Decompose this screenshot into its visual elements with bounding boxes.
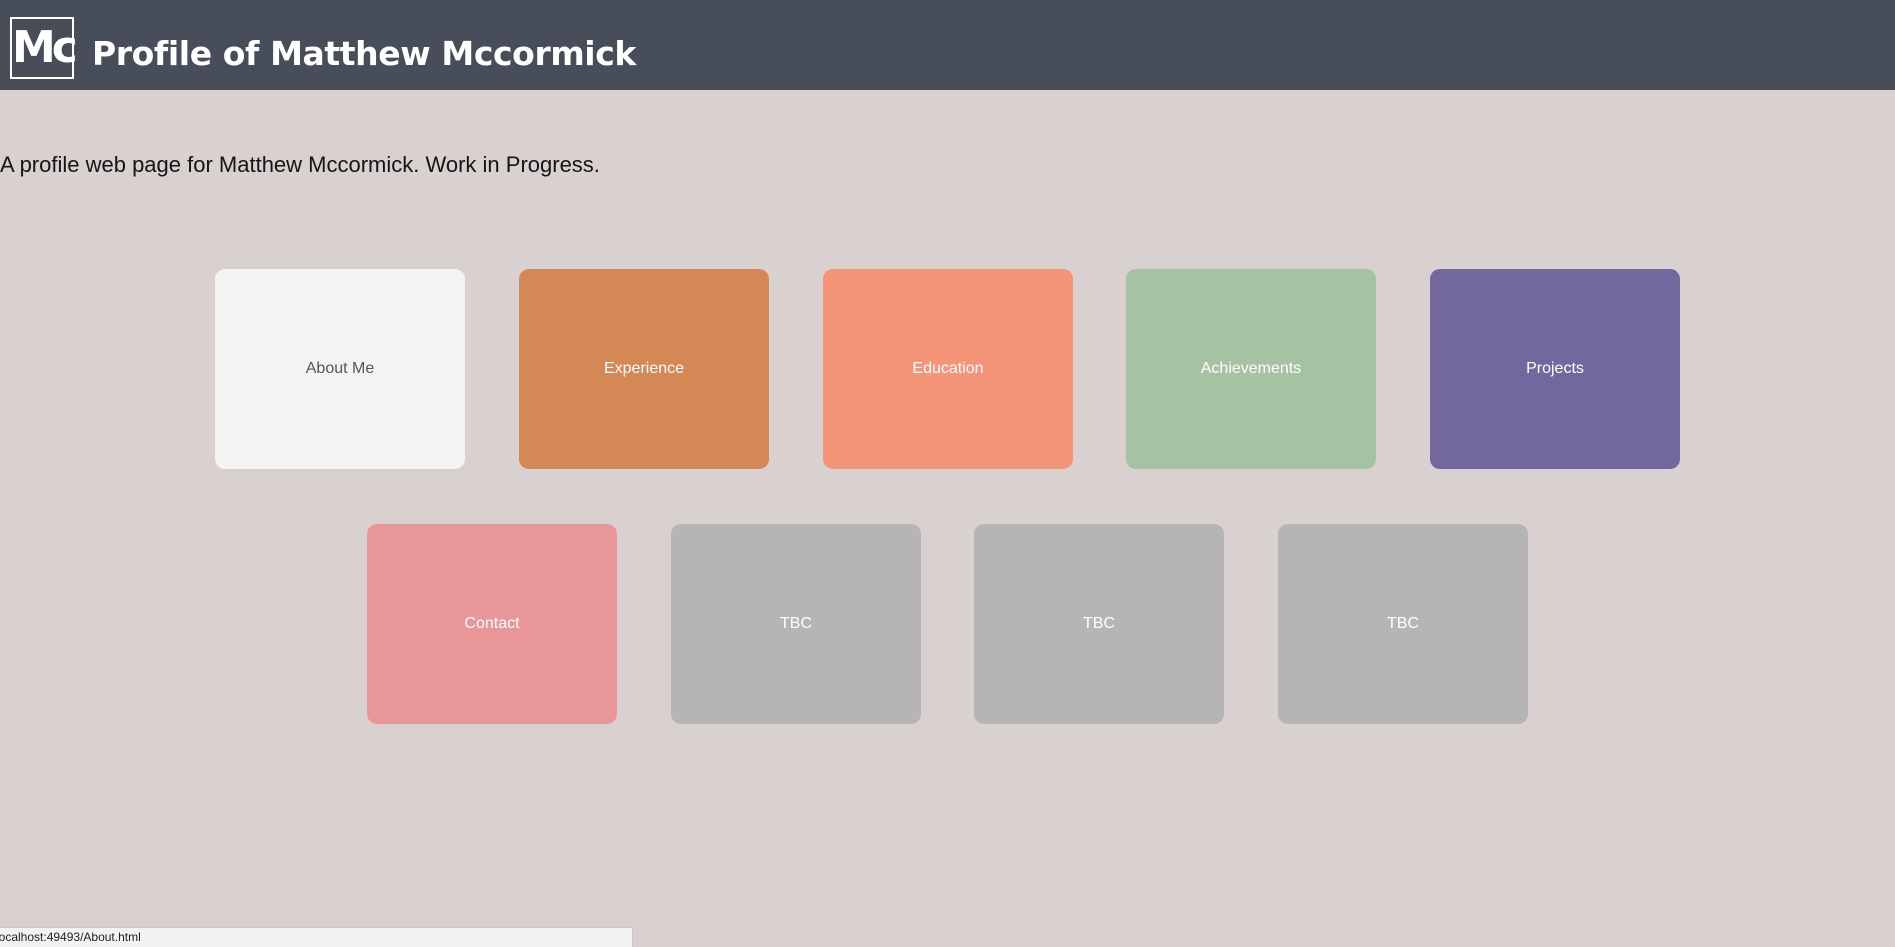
tile-label: Projects [1526, 360, 1584, 377]
tile-label: TBC [1083, 615, 1115, 632]
logo: Mc [10, 17, 78, 79]
tile-label: Contact [464, 615, 520, 632]
tile-achievements[interactable]: Achievements [1126, 269, 1376, 469]
tile-about-me[interactable]: About Me [215, 269, 465, 469]
header: Mc Profile of Matthew Mccormick [0, 0, 1895, 90]
status-bar: localhost:49493/About.html [0, 927, 633, 947]
tile-contact[interactable]: Contact [367, 524, 617, 724]
tile-label: Education [912, 360, 984, 377]
tile-tbc-3[interactable]: TBC [1278, 524, 1528, 724]
tile-tbc-2[interactable]: TBC [974, 524, 1224, 724]
page-title: Profile of Matthew Mccormick [92, 34, 636, 73]
tile-label: TBC [780, 615, 812, 632]
tile-label: Achievements [1200, 360, 1302, 377]
tile-label: TBC [1387, 615, 1419, 632]
tile-projects[interactable]: Projects [1430, 269, 1680, 469]
tile-label: Experience [603, 360, 685, 377]
tile-label: About Me [305, 360, 375, 377]
tile-education[interactable]: Education [823, 269, 1073, 469]
intro-text: A profile web page for Matthew Mccormick… [0, 152, 600, 177]
status-url: localhost:49493/About.html [0, 930, 141, 944]
tile-tbc-1[interactable]: TBC [671, 524, 921, 724]
tile-experience[interactable]: Experience [519, 269, 769, 469]
